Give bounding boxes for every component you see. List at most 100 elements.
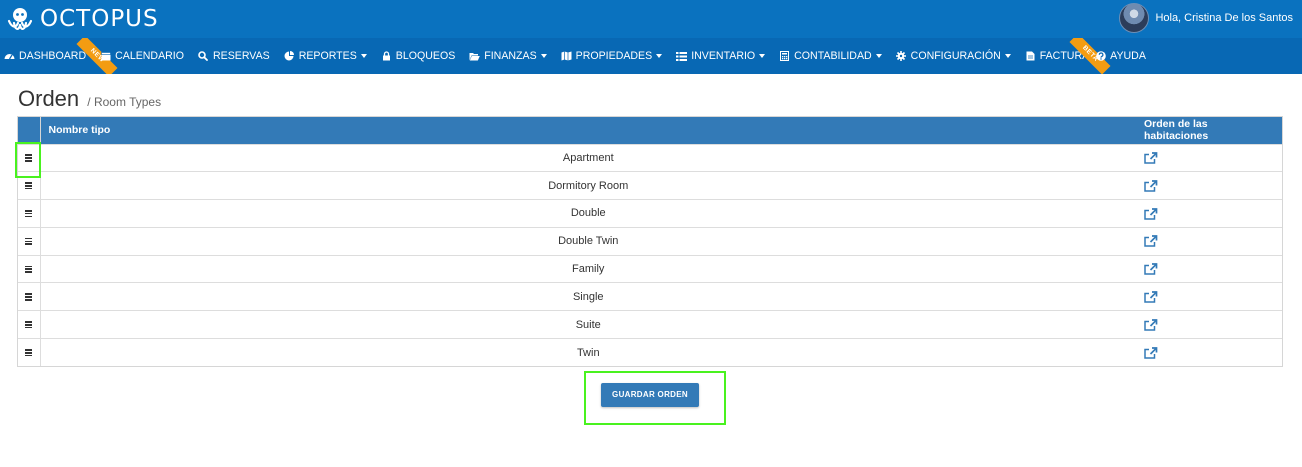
- nav-label: REPORTES: [298, 50, 357, 62]
- room-type-name: Family: [572, 263, 605, 276]
- room-type-name: Apartment: [562, 151, 614, 164]
- gear-icon: [896, 51, 907, 62]
- nav-reservas[interactable]: RESERVAS: [198, 38, 270, 74]
- drag-handle-icon: [25, 265, 33, 273]
- search-icon: [198, 51, 209, 62]
- file-icon: [1025, 51, 1036, 62]
- external-link-icon: [1144, 152, 1158, 164]
- list-icon: [676, 51, 688, 62]
- nav-contabilidad[interactable]: CONTABILIDAD: [779, 38, 882, 74]
- table-row[interactable]: Apartment: [18, 144, 1282, 172]
- table-row[interactable]: Double Twin: [18, 227, 1282, 256]
- drag-handle[interactable]: [18, 227, 41, 256]
- nav-bloqueos[interactable]: BLOQUEOS: [381, 38, 455, 74]
- room-order-link[interactable]: [1136, 339, 1282, 367]
- folder-open-icon: [469, 51, 481, 62]
- calculator-icon: [779, 51, 790, 62]
- table-row[interactable]: Double: [18, 199, 1282, 228]
- lock-icon: [381, 51, 392, 62]
- calendar-icon: [100, 51, 111, 62]
- table-row[interactable]: Suite: [18, 310, 1282, 339]
- user-menu[interactable]: Hola, Cristina De los Santos: [1119, 3, 1293, 33]
- drag-handle[interactable]: [18, 310, 41, 339]
- nav-propiedades[interactable]: PROPIEDADES: [561, 38, 663, 74]
- drag-handle-icon: [25, 321, 33, 329]
- nav-ayuda[interactable]: AYUDA: [1095, 38, 1146, 74]
- map-icon: [561, 51, 572, 62]
- brand-name: OCTOPUS: [40, 6, 159, 32]
- breadcrumb: / Room Types: [87, 95, 162, 109]
- drag-handle[interactable]: [18, 255, 41, 283]
- room-order-link[interactable]: [1136, 255, 1282, 283]
- nav-label: FINANZAS: [484, 50, 537, 62]
- save-order-button[interactable]: GUARDAR ORDEN: [601, 383, 699, 407]
- nav-finanzas[interactable]: FINANZAS: [469, 38, 547, 74]
- nav-dashboard[interactable]: DASHBOARD NEW: [4, 38, 118, 74]
- room-type-name: Double Twin: [558, 235, 619, 248]
- page-title: Orden / Room Types: [18, 86, 161, 112]
- drag-handle-icon: [25, 210, 33, 218]
- drag-handle-icon: [25, 182, 33, 190]
- room-order-link[interactable]: [1136, 200, 1282, 228]
- room-type-name: Single: [572, 290, 604, 303]
- room-type-name: Double: [570, 207, 606, 220]
- external-link-icon: [1144, 291, 1158, 303]
- column-header-name: Nombre tipo: [48, 124, 111, 137]
- room-order-link[interactable]: [1136, 172, 1282, 200]
- main-nav: DASHBOARD NEW CALENDARIO RESERVAS REPORT…: [0, 38, 1302, 74]
- nav-configuracion[interactable]: CONFIGURACIÓN: [896, 38, 1011, 74]
- room-types-table: Nombre tipo Orden de las habitaciones Ap…: [17, 116, 1283, 368]
- nav-label: DASHBOARD: [19, 50, 87, 62]
- user-greeting[interactable]: Hola, Cristina De los Santos: [1155, 12, 1293, 24]
- drag-handle[interactable]: [18, 199, 41, 228]
- room-type-name: Suite: [575, 318, 601, 331]
- nav-label: INVENTARIO: [691, 50, 756, 62]
- external-link-icon: [1144, 346, 1158, 359]
- chevron-down-icon: [759, 54, 766, 58]
- chevron-down-icon: [656, 54, 663, 58]
- room-order-link[interactable]: [1136, 227, 1282, 255]
- nav-reportes[interactable]: REPORTES: [284, 38, 367, 74]
- nav-inventario[interactable]: INVENTARIO: [676, 38, 766, 74]
- column-header-order: Orden de las habitaciones: [1144, 118, 1209, 143]
- external-link-icon: [1144, 263, 1158, 275]
- page-title-text: Orden: [18, 86, 80, 111]
- external-link-icon: [1144, 207, 1158, 220]
- nav-label: CONFIGURACIÓN: [910, 50, 1001, 62]
- octopus-logo[interactable]: OCTOPUS: [6, 5, 159, 33]
- room-order-link[interactable]: [1136, 311, 1282, 339]
- table-row[interactable]: Twin: [18, 338, 1282, 367]
- nav-factura[interactable]: FACTURA BETA: [1025, 38, 1111, 74]
- room-type-name: Dormitory Room: [548, 179, 629, 192]
- octopus-logo-icon: [7, 8, 33, 30]
- drag-column-header: [18, 117, 41, 144]
- nav-label: CONTABILIDAD: [794, 50, 872, 62]
- top-bar: OCTOPUS Hola, Cristina De los Santos: [0, 0, 1302, 38]
- drag-handle[interactable]: [18, 282, 41, 311]
- question-circle-icon: [1095, 51, 1106, 62]
- nav-label: RESERVAS: [212, 50, 270, 62]
- nav-label: BLOQUEOS: [395, 50, 456, 62]
- table-header-row: Nombre tipo Orden de las habitaciones: [18, 117, 1282, 144]
- nav-label: PROPIEDADES: [575, 50, 653, 62]
- external-link-icon: [1144, 318, 1158, 331]
- table-row[interactable]: Single: [18, 282, 1282, 311]
- room-order-link[interactable]: [1136, 144, 1282, 172]
- dashboard-icon: [4, 51, 15, 62]
- table-row[interactable]: Family: [18, 255, 1282, 283]
- room-type-name: Twin: [576, 346, 600, 359]
- nav-calendario[interactable]: CALENDARIO: [100, 38, 184, 74]
- table-row[interactable]: Dormitory Room: [18, 171, 1282, 200]
- pie-chart-icon: [284, 51, 295, 62]
- nav-label: CALENDARIO: [115, 50, 184, 62]
- avatar[interactable]: [1119, 3, 1150, 33]
- nav-label: AYUDA: [1110, 50, 1146, 62]
- chevron-down-icon: [360, 54, 367, 58]
- drag-handle-icon: [25, 349, 33, 357]
- drag-handle[interactable]: [18, 338, 41, 367]
- room-order-link[interactable]: [1136, 283, 1282, 311]
- drag-handle-highlight: [15, 142, 41, 178]
- chevron-down-icon: [875, 54, 882, 58]
- drag-handle-icon: [25, 237, 33, 246]
- chevron-down-icon: [1004, 54, 1011, 58]
